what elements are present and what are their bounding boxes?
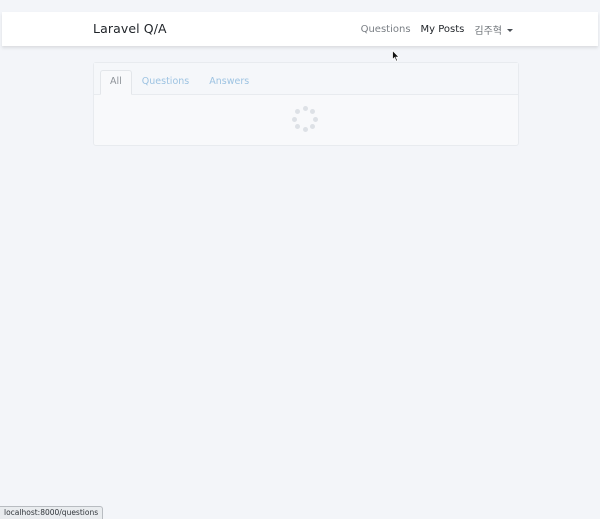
user-name: 김주혁 (474, 26, 502, 37)
nav-link-my-posts[interactable]: My Posts (421, 24, 465, 35)
caret-down-icon (507, 28, 513, 32)
nav-links: Questions My Posts 김주혁 (351, 22, 513, 37)
loading-spinner-icon (292, 106, 318, 132)
user-dropdown[interactable]: 김주혁 (474, 22, 513, 37)
browser-status-bar: localhost:8000/questions (0, 506, 104, 519)
mouse-cursor-icon (392, 50, 400, 62)
posts-card: All Questions Answers (93, 62, 519, 146)
tab-all[interactable]: All (100, 70, 132, 95)
tab-answers[interactable]: Answers (199, 70, 259, 95)
card-header: All Questions Answers (94, 63, 518, 95)
tab-questions[interactable]: Questions (132, 70, 199, 95)
brand-link[interactable]: Laravel Q/A (93, 21, 167, 36)
post-tabs: All Questions Answers (100, 70, 259, 95)
nav-link-questions[interactable]: Questions (361, 24, 411, 35)
top-navbar: Laravel Q/A Questions My Posts 김주혁 (2, 12, 598, 46)
